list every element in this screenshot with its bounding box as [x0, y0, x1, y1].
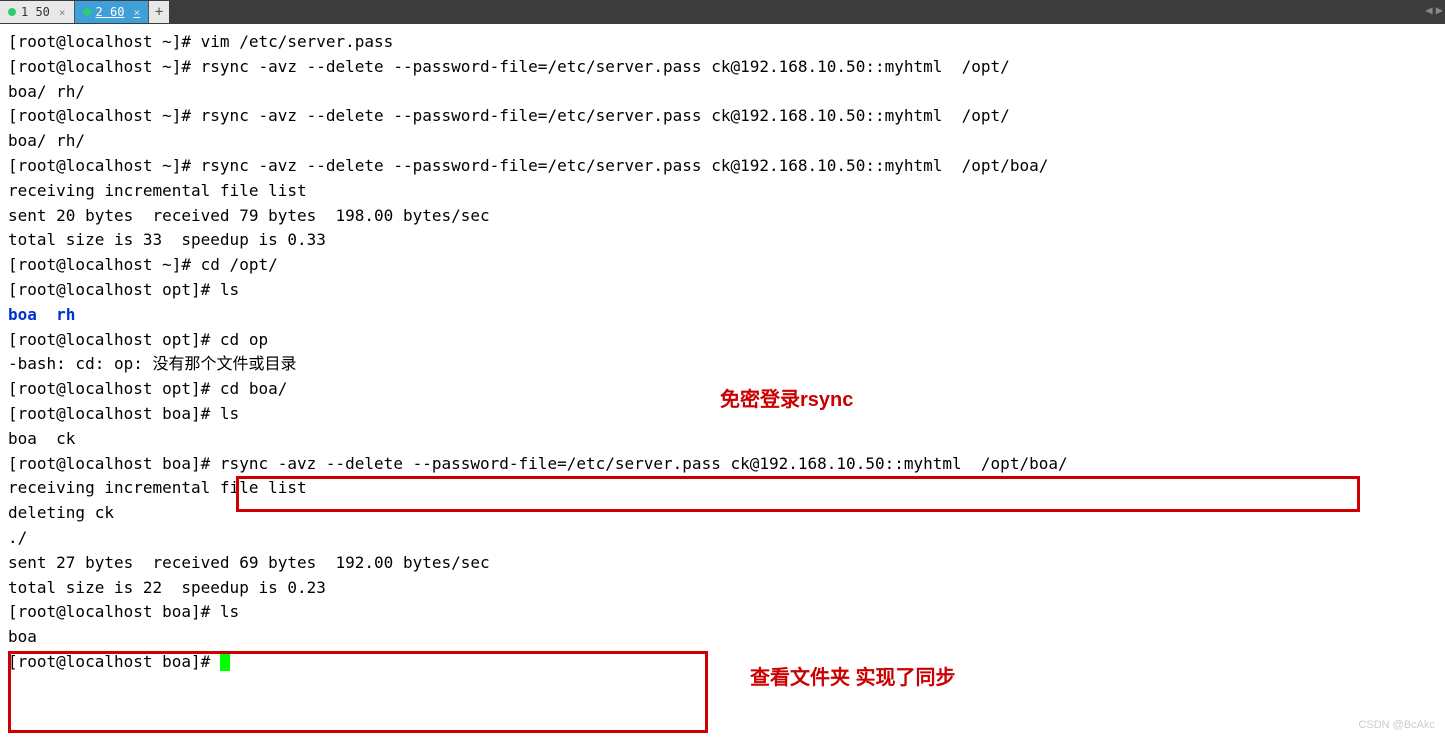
tab-session-2[interactable]: 2 60 ×: [75, 1, 150, 23]
terminal-line: [root@localhost ~]# vim /etc/server.pass: [8, 30, 1437, 55]
terminal-line: [root@localhost boa]# ls: [8, 600, 1437, 625]
directory-name: boa: [8, 305, 37, 324]
directory-name: rh: [56, 305, 75, 324]
terminal-line: [root@localhost boa]# rsync -avz --delet…: [8, 452, 1437, 477]
annotation-text-2: 查看文件夹 实现了同步: [750, 662, 970, 694]
terminal-line: total size is 33 speedup is 0.33: [8, 228, 1437, 253]
terminal-line: [root@localhost ~]# cd /opt/: [8, 253, 1437, 278]
terminal-line: boa/ rh/: [8, 80, 1437, 105]
terminal-line: boa/ rh/: [8, 129, 1437, 154]
terminal-line: receiving incremental file list: [8, 179, 1437, 204]
tab-scroll-arrows[interactable]: ◀ ▶: [1425, 3, 1441, 17]
terminal-line: total size is 22 speedup is 0.23: [8, 576, 1437, 601]
terminal-line: deleting ck: [8, 501, 1437, 526]
terminal-line: [root@localhost opt]# cd op: [8, 328, 1437, 353]
terminal-line: boa rh: [8, 303, 1437, 328]
tab-session-1[interactable]: 1 50 ×: [0, 1, 75, 23]
terminal-line: sent 20 bytes received 79 bytes 198.00 b…: [8, 204, 1437, 229]
tab-label: 2 60: [96, 5, 125, 19]
tab-label: 1 50: [21, 5, 50, 19]
close-icon[interactable]: ×: [133, 6, 140, 19]
status-dot-icon: [83, 8, 91, 16]
terminal-line: boa: [8, 625, 1437, 650]
terminal-line: sent 27 bytes received 69 bytes 192.00 b…: [8, 551, 1437, 576]
prompt-text: [root@localhost boa]#: [8, 652, 220, 671]
terminal-line: [root@localhost boa]#: [8, 650, 1437, 675]
terminal-line: boa ck: [8, 427, 1437, 452]
terminal-line: [root@localhost opt]# ls: [8, 278, 1437, 303]
terminal-line: [root@localhost ~]# rsync -avz --delete …: [8, 154, 1437, 179]
annotation-text-1: 免密登录rsync: [720, 384, 853, 416]
watermark: CSDN @BcAkc: [1358, 719, 1435, 731]
cursor-icon: [220, 653, 230, 671]
terminal-line: [root@localhost ~]# rsync -avz --delete …: [8, 55, 1437, 80]
tab-bar: 1 50 × 2 60 × + ◀ ▶: [0, 0, 1445, 24]
terminal-line: -bash: cd: op: 没有那个文件或目录: [8, 352, 1437, 377]
terminal-line: [root@localhost ~]# rsync -avz --delete …: [8, 104, 1437, 129]
terminal-output[interactable]: [root@localhost ~]# vim /etc/server.pass…: [0, 24, 1445, 681]
close-icon[interactable]: ×: [59, 6, 66, 19]
status-dot-icon: [8, 8, 16, 16]
tab-add-button[interactable]: +: [149, 1, 169, 23]
terminal-line: receiving incremental file list: [8, 476, 1437, 501]
terminal-line: ./: [8, 526, 1437, 551]
